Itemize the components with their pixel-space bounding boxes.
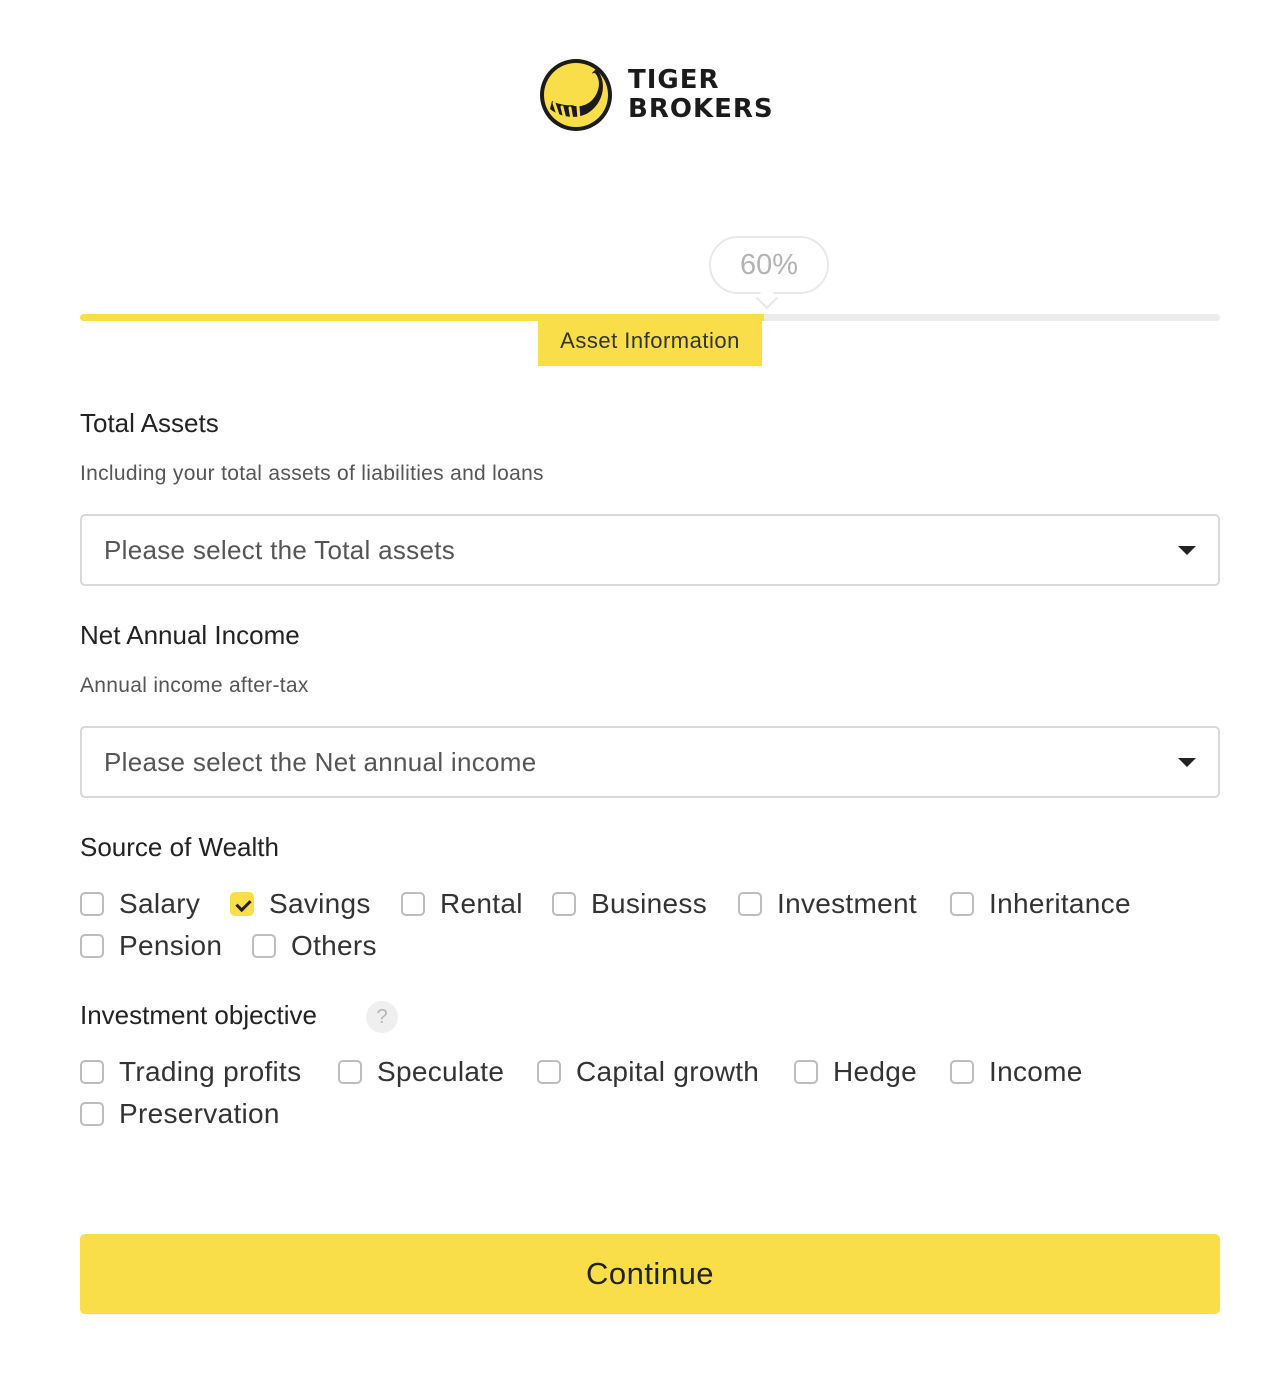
option-business[interactable]: Business (552, 886, 707, 922)
checkbox[interactable] (537, 1060, 561, 1084)
option-label: Income (989, 1056, 1083, 1087)
option-investment[interactable]: Investment (738, 886, 917, 922)
brand-logo: TIGER BROKERS (538, 56, 774, 134)
progress-indicator: 60% Asset Information (80, 236, 1220, 368)
continue-button[interactable]: Continue (80, 1234, 1220, 1314)
progress-percent-bubble: 60% (709, 236, 829, 294)
brand-name: TIGER BROKERS (628, 66, 774, 124)
option-label: Preservation (119, 1098, 280, 1129)
option-label: Capital growth (576, 1056, 760, 1087)
checkbox[interactable] (230, 892, 254, 916)
caret-down-icon (1178, 758, 1196, 767)
option-speculate[interactable]: Speculate (338, 1054, 504, 1090)
option-label: Pension (119, 930, 223, 961)
brand-line-2: BROKERS (628, 94, 774, 124)
option-rental[interactable]: Rental (401, 886, 523, 922)
checkbox[interactable] (552, 892, 576, 916)
option-label: Inheritance (989, 888, 1131, 919)
brand-line-1: TIGER (628, 65, 720, 95)
option-hedge[interactable]: Hedge (794, 1054, 917, 1090)
option-label: Trading profits (119, 1056, 302, 1087)
option-savings[interactable]: Savings (230, 886, 371, 922)
checkbox[interactable] (401, 892, 425, 916)
net-income-title: Net Annual Income (80, 620, 300, 650)
checkbox[interactable] (80, 934, 104, 958)
checkbox[interactable] (80, 1060, 104, 1084)
tiger-logo-icon (540, 59, 612, 131)
objective-title: Investment objective (80, 1000, 318, 1030)
option-income[interactable]: Income (950, 1054, 1083, 1090)
wealth-title: Source of Wealth (80, 832, 279, 862)
checkbox[interactable] (80, 892, 104, 916)
checkbox[interactable] (80, 1102, 104, 1126)
option-label: Speculate (377, 1056, 505, 1087)
caret-down-icon (1178, 546, 1196, 555)
total-assets-title: Total Assets (80, 408, 219, 438)
option-inheritance[interactable]: Inheritance (950, 886, 1131, 922)
option-salary[interactable]: Salary (80, 886, 200, 922)
checkbox[interactable] (794, 1060, 818, 1084)
checkbox[interactable] (338, 1060, 362, 1084)
option-pension[interactable]: Pension (80, 928, 222, 964)
option-label: Investment (777, 888, 917, 919)
checkbox[interactable] (950, 1060, 974, 1084)
option-label: Hedge (833, 1056, 918, 1087)
checkbox[interactable] (738, 892, 762, 916)
total-assets-select[interactable]: Please select the Total assets (80, 514, 1220, 586)
step-label: Asset Information (538, 316, 762, 366)
help-icon[interactable]: ? (366, 1001, 398, 1033)
option-label: Business (591, 888, 708, 919)
option-label: Rental (440, 888, 523, 919)
option-capital-growth[interactable]: Capital growth (537, 1054, 759, 1090)
option-label: Salary (119, 888, 201, 919)
option-preservation[interactable]: Preservation (80, 1096, 280, 1132)
net-income-placeholder: Please select the Net annual income (104, 746, 537, 777)
option-others[interactable]: Others (252, 928, 377, 964)
option-label: Savings (269, 888, 371, 919)
checkbox[interactable] (252, 934, 276, 958)
net-income-hint: Annual income after-tax (80, 674, 309, 697)
total-assets-placeholder: Please select the Total assets (104, 534, 456, 565)
net-income-select[interactable]: Please select the Net annual income (80, 726, 1220, 798)
option-trading-profits[interactable]: Trading profits (80, 1054, 301, 1090)
option-label: Others (291, 930, 377, 961)
checkbox[interactable] (950, 892, 974, 916)
total-assets-hint: Including your total assets of liabiliti… (80, 462, 544, 485)
